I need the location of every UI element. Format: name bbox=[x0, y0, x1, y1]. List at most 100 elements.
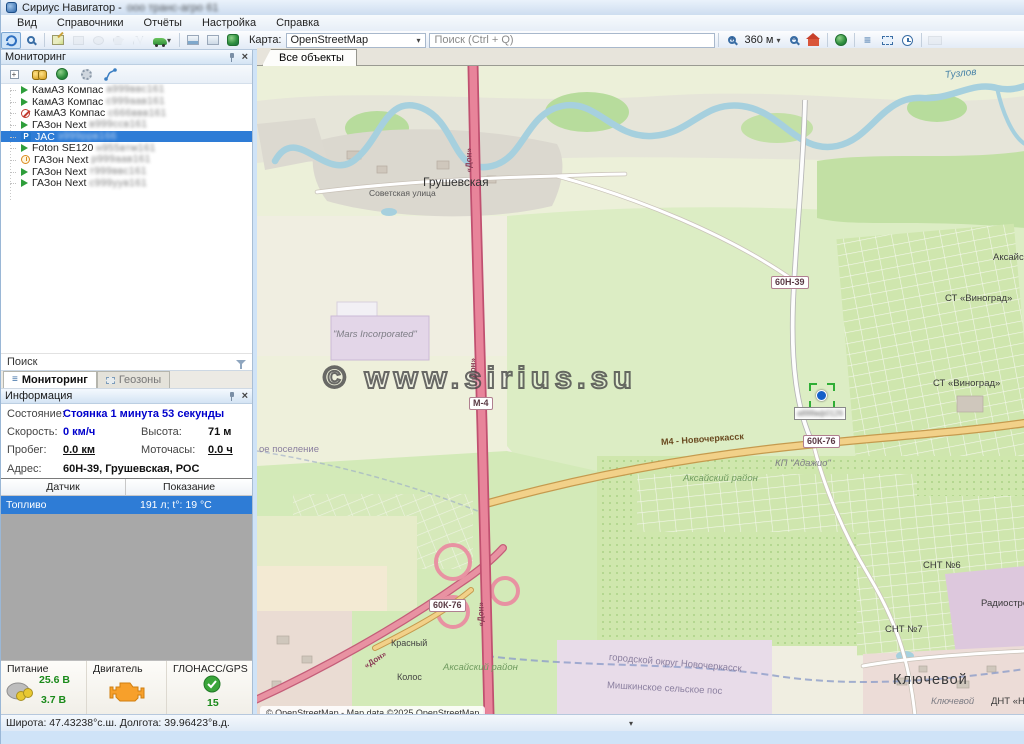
moving-status-icon bbox=[21, 98, 28, 106]
globe-icon bbox=[835, 34, 847, 46]
circle-geozone-icon bbox=[93, 36, 104, 45]
filter-icon[interactable] bbox=[236, 360, 246, 365]
sensor-row[interactable]: Топливо 191 л; t°: 19 °C bbox=[1, 496, 252, 514]
vehicle-name: ГАЗон Next bbox=[34, 154, 88, 166]
vehicle-row[interactable]: ГАЗон Nextр999аав161 bbox=[1, 154, 252, 166]
address-label: Адрес: bbox=[7, 463, 42, 475]
map-select[interactable]: OpenStreetMap ▾ bbox=[286, 33, 426, 48]
vehicle-plate-masked: с999аав161 bbox=[106, 96, 165, 107]
map-label: СТ «Виноград» bbox=[945, 293, 1012, 304]
map-label: Красный bbox=[391, 638, 427, 648]
menu-bar: ВидСправочникиОтчётыНастройкаСправка bbox=[1, 15, 1024, 31]
object-list-button[interactable]: ≡ bbox=[858, 32, 878, 49]
zoom-in-button[interactable] bbox=[722, 32, 742, 49]
show-all-objects-button[interactable] bbox=[831, 32, 851, 49]
hours-value[interactable]: 0.0 ч bbox=[208, 444, 233, 456]
expand-all-button[interactable]: + bbox=[3, 66, 25, 83]
blocked-status-icon bbox=[21, 109, 30, 118]
vehicle-plate-masked: т999ввс161 bbox=[89, 166, 146, 177]
map-canvas[interactable]: ТузловГрушевскаяСоветская улица"Mars Inc… bbox=[257, 66, 1024, 716]
vehicle-marker-label: а888вф0126 bbox=[794, 407, 846, 420]
vehicle-name: ГАЗон Next bbox=[32, 119, 86, 131]
pin-icon[interactable] bbox=[227, 53, 236, 62]
menu-item[interactable]: Справочники bbox=[47, 17, 134, 29]
show-on-map-button[interactable] bbox=[51, 66, 73, 83]
map-label: КП "Адажио" bbox=[775, 458, 831, 469]
power-backup-value: 3.7 В bbox=[41, 694, 66, 706]
geozone-new-icon bbox=[73, 36, 84, 45]
vehicle-row[interactable]: ГАЗон Nextв999ссв161 bbox=[1, 119, 252, 131]
vehicle-search-input[interactable]: Поиск bbox=[1, 353, 252, 371]
zoom-window-button[interactable] bbox=[21, 32, 41, 49]
info-panel-header: Информация × bbox=[1, 389, 252, 404]
close-icon[interactable]: × bbox=[242, 392, 248, 401]
settings-button[interactable] bbox=[75, 66, 97, 83]
vehicle-tools-button[interactable]: ▾ bbox=[148, 32, 176, 49]
panel-tabs: ≡ Мониторинг Геозоны bbox=[1, 371, 252, 389]
map-tab-all-objects[interactable]: Все объекты bbox=[262, 49, 357, 66]
vehicle-row[interactable]: КамАЗ Компасс666ввв161 bbox=[1, 107, 252, 119]
map-label: ДНТ «Н bbox=[991, 696, 1024, 707]
map-label: «Дон» bbox=[363, 649, 388, 670]
map-label: Мишкинское сельское пос bbox=[607, 680, 723, 697]
chevron-down-icon: ▾ bbox=[776, 36, 780, 45]
menu-item[interactable]: Справка bbox=[266, 17, 329, 29]
history-button[interactable] bbox=[898, 32, 918, 49]
zoom-out-button[interactable] bbox=[784, 32, 804, 49]
vehicle-name: ГАЗон Next bbox=[32, 166, 86, 178]
vehicle-position-dot bbox=[816, 390, 827, 401]
speed-label: Скорость: bbox=[7, 426, 58, 438]
panel-layout-button[interactable] bbox=[183, 32, 203, 49]
map-label: Ключевой bbox=[893, 672, 968, 688]
chevron-down-icon: ▾ bbox=[167, 36, 171, 45]
vehicle-row[interactable]: КамАЗ Компаса999ввс161 bbox=[1, 84, 252, 96]
vehicle-row[interactable]: ГАЗон Nextс999уув161 bbox=[1, 178, 252, 190]
pin-icon[interactable] bbox=[227, 392, 236, 401]
add-geozone-button[interactable] bbox=[68, 32, 88, 49]
chevron-down-icon: ▾ bbox=[416, 36, 420, 45]
layers-button[interactable] bbox=[223, 32, 243, 49]
hours-label: Моточасы: bbox=[141, 444, 195, 456]
add-route-geozone-button[interactable] bbox=[128, 32, 148, 49]
vehicle-row[interactable]: ГАЗон Nextт999ввс161 bbox=[1, 166, 252, 178]
add-circle-geozone-button[interactable] bbox=[88, 32, 108, 49]
polyline-geozone-icon bbox=[133, 36, 144, 45]
geozones-view-button[interactable] bbox=[878, 32, 898, 49]
track-mode-button[interactable] bbox=[1, 32, 21, 49]
window-title: Сириус Навигатор - bbox=[22, 2, 122, 14]
edit-map-button[interactable] bbox=[48, 32, 68, 49]
moving-status-icon bbox=[21, 179, 28, 187]
road-shield: 60Н-39 bbox=[771, 276, 809, 289]
tab-geozones[interactable]: Геозоны bbox=[97, 371, 170, 388]
track-button[interactable] bbox=[99, 66, 121, 83]
vehicle-row[interactable]: КамАЗ Компасс999аав161 bbox=[1, 96, 252, 108]
map-edit-icon bbox=[52, 35, 64, 45]
satellite-icon bbox=[203, 675, 221, 693]
sensor-col-value: Показание bbox=[126, 479, 252, 495]
chevron-down-icon[interactable]: ▾ bbox=[629, 719, 633, 728]
gauge-panel: Питание 25.6 В 3.7 В Двигатель ГЛОНАСС/G… bbox=[1, 660, 252, 714]
menu-item[interactable]: Настройка bbox=[192, 17, 266, 29]
close-icon[interactable]: × bbox=[242, 53, 248, 62]
idle-status-icon bbox=[21, 155, 30, 164]
speed-value: 0 км/ч bbox=[63, 426, 95, 438]
minimap-button[interactable] bbox=[925, 32, 945, 49]
tab-monitoring[interactable]: ≡ Мониторинг bbox=[3, 371, 97, 388]
add-polygon-geozone-button[interactable] bbox=[108, 32, 128, 49]
menu-item[interactable]: Вид bbox=[7, 17, 47, 29]
route-icon bbox=[104, 68, 117, 81]
home-view-button[interactable] bbox=[804, 32, 824, 49]
zoom-level-select[interactable]: 360 м ▾ bbox=[742, 34, 784, 46]
timeline-panel-button[interactable] bbox=[203, 32, 223, 49]
vehicle-plate-masked: в999ссв161 bbox=[89, 119, 147, 130]
find-object-button[interactable] bbox=[27, 66, 49, 83]
expand-all-icon: + bbox=[10, 70, 19, 79]
vehicle-row[interactable]: Foton SE120н955втм161 bbox=[1, 142, 252, 154]
selected-vehicle-marker[interactable] bbox=[809, 383, 835, 409]
vehicle-row[interactable]: PJACэ999ррв166 bbox=[1, 131, 252, 143]
mileage-value[interactable]: 0.0 км bbox=[63, 444, 95, 456]
menu-item[interactable]: Отчёты bbox=[134, 17, 192, 29]
window-title-masked: ооо транс-агро 61 bbox=[127, 2, 219, 14]
map-label: "Mars Incorporated" bbox=[333, 329, 417, 340]
toolbar-search-input[interactable]: Поиск (Ctrl + Q) bbox=[429, 33, 715, 48]
